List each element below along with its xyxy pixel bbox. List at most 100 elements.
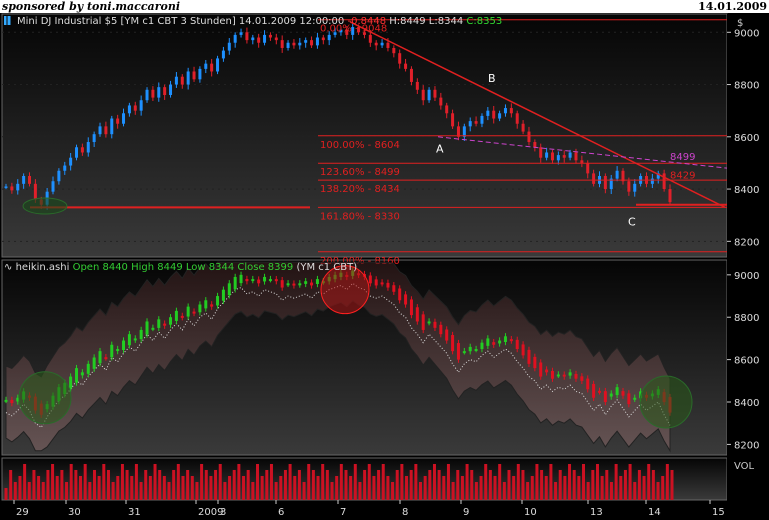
volume-bar xyxy=(661,476,665,500)
volume-bar xyxy=(186,470,190,500)
candle-body xyxy=(292,42,296,46)
volume-bar xyxy=(51,464,55,500)
volume-bar xyxy=(46,470,50,500)
candle-body xyxy=(486,110,490,116)
volume-bar xyxy=(381,464,385,500)
candle-body xyxy=(498,113,502,119)
volume-bar xyxy=(432,464,436,500)
volume-bar xyxy=(316,476,320,500)
ha-body xyxy=(268,279,272,282)
volume-bar xyxy=(311,470,315,500)
volume-bar xyxy=(568,464,572,500)
volume-bar xyxy=(474,482,478,500)
volume-bar xyxy=(106,470,110,500)
bar-datetime: 14.01.2009 12:00:00 xyxy=(238,16,345,27)
ha-body xyxy=(4,399,8,402)
ha-tick-label: 8400 xyxy=(734,398,759,409)
ha-body xyxy=(404,294,408,305)
candle-body xyxy=(28,176,32,184)
ha-body xyxy=(263,276,267,282)
low-value: L:8344 xyxy=(428,16,464,27)
price-tick-label: 8600 xyxy=(734,133,759,144)
candle-body xyxy=(186,71,190,85)
ha-body xyxy=(286,283,290,286)
volume-bar xyxy=(493,476,497,500)
wave-label-a: A xyxy=(436,142,444,155)
candle-body xyxy=(415,81,419,90)
ha-body xyxy=(445,329,449,341)
ha-body xyxy=(550,370,554,379)
volume-bar xyxy=(293,476,297,500)
volume-bar xyxy=(595,464,599,500)
highlight-ellipse xyxy=(22,197,68,215)
volume-bar xyxy=(4,488,8,500)
volume-bar xyxy=(470,470,474,500)
candle-body xyxy=(180,76,184,85)
ha-body xyxy=(186,306,190,317)
volume-bar xyxy=(344,470,348,500)
candle-body xyxy=(545,152,549,158)
volume-bar xyxy=(428,470,432,500)
volume-bar xyxy=(577,476,581,500)
ha-body xyxy=(139,329,143,340)
ha-body xyxy=(298,283,302,286)
ha-body xyxy=(633,397,637,400)
ha-body xyxy=(415,307,419,322)
volume-bar xyxy=(549,464,553,500)
volume-bar xyxy=(563,476,567,500)
candle-body xyxy=(104,126,108,135)
candle-body xyxy=(257,37,261,43)
instrument-name: Mini DJ Industrial $5 [YM c1 CBT 3 Stund… xyxy=(17,16,236,27)
candle-body xyxy=(174,76,178,85)
candle-body xyxy=(521,123,525,132)
candle-body xyxy=(574,152,578,161)
candle-body xyxy=(122,113,126,124)
ha-body xyxy=(98,351,102,364)
candle-body xyxy=(533,142,537,148)
candle-body xyxy=(468,121,472,127)
volume-bar xyxy=(167,482,171,500)
price-panel-header: Mini DJ Industrial $5 [YM c1 CBT 3 Stund… xyxy=(4,16,502,27)
volume-bar xyxy=(591,470,595,500)
candle-body xyxy=(627,181,631,192)
volume-bar xyxy=(297,470,301,500)
candle-body xyxy=(286,42,290,48)
candle-body xyxy=(127,105,131,114)
red-level-label: 8429 xyxy=(670,170,695,181)
ha-body xyxy=(580,376,584,381)
volume-bar xyxy=(409,470,413,500)
volume-bar xyxy=(148,476,152,500)
volume-bar xyxy=(498,464,502,500)
ha-body xyxy=(251,279,255,282)
candle-body xyxy=(427,89,431,101)
volume-bar xyxy=(405,476,409,500)
candle-body xyxy=(210,63,214,72)
volume-bar xyxy=(391,482,395,500)
indicator-name: heikin.ashi xyxy=(15,262,70,273)
candle-body xyxy=(198,68,202,80)
candle-body xyxy=(75,147,79,158)
ha-body xyxy=(615,387,619,396)
candle-body xyxy=(22,176,26,184)
volume-bar xyxy=(55,476,59,500)
candle-body xyxy=(80,147,84,153)
volume-bar xyxy=(302,482,306,500)
candle-body xyxy=(527,131,531,143)
ha-body xyxy=(204,300,208,309)
ha-body xyxy=(104,357,108,360)
candle-body xyxy=(227,42,231,51)
ha-body xyxy=(257,279,261,284)
change-value: 0.8448 xyxy=(351,16,387,27)
candle-body xyxy=(556,155,560,161)
volume-bar xyxy=(647,464,651,500)
volume-bar xyxy=(614,464,618,500)
ha-body xyxy=(386,282,390,288)
ha-body xyxy=(609,393,613,397)
ha-body xyxy=(556,374,560,377)
time-tick-label: 14 xyxy=(648,507,661,518)
volume-bar xyxy=(134,464,138,500)
candle-body xyxy=(503,108,507,114)
ha-body xyxy=(380,282,384,285)
candlestick-icon xyxy=(4,16,13,25)
candle-body xyxy=(133,105,137,111)
